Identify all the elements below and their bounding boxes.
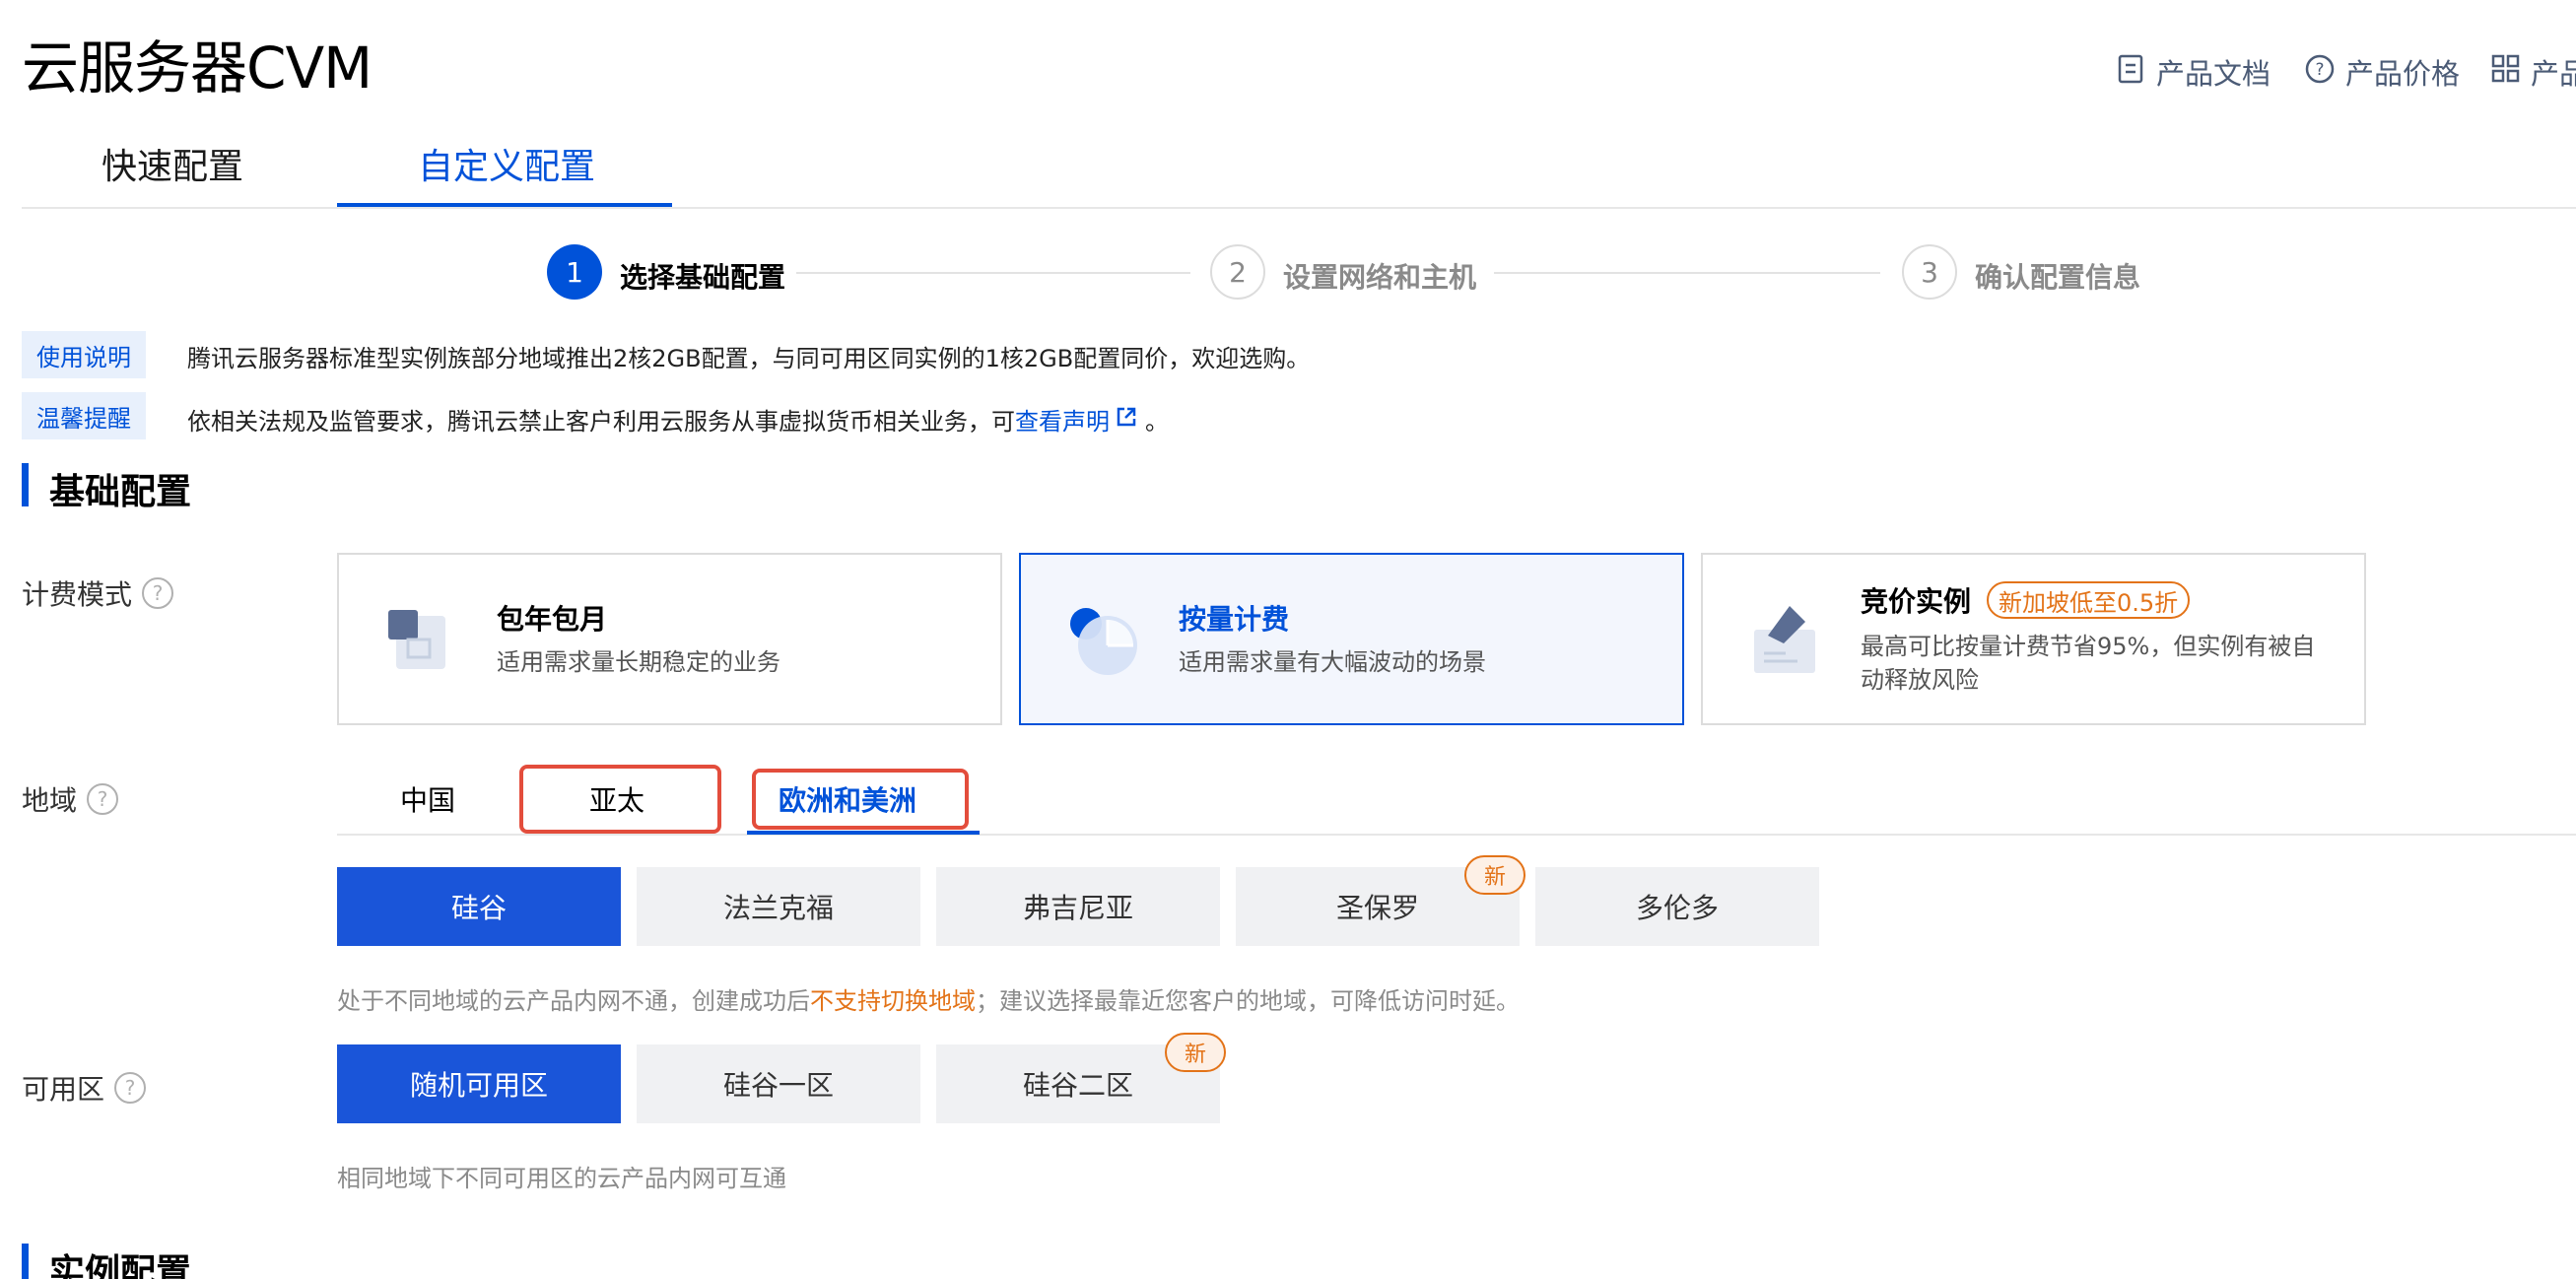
product-more-label: 产品	[2531, 57, 2576, 91]
product-price-label: 产品价格	[2345, 57, 2461, 91]
region-option-frankfurt[interactable]: 法兰克福	[637, 867, 920, 946]
zone-hint: 相同地域下不同可用区的云产品内网可互通	[337, 1165, 786, 1192]
billing-help-icon[interactable]: ?	[142, 577, 174, 609]
reminder-text: 依相关法规及监管要求，腾讯云禁止客户利用云服务从事虚拟货币相关业务，可 查看声明…	[187, 402, 1169, 437]
section-basic-title: 基础配置	[49, 472, 192, 512]
billing-card-spot-header: 竞价实例 新加坡低至0.5折	[1861, 580, 2191, 620]
region-help-icon[interactable]: ?	[87, 783, 119, 815]
highlight-box-europe-americas	[752, 769, 969, 830]
step-connector-2	[1494, 272, 1880, 274]
usage-note-text: 腾讯云服务器标准型实例族部分地域推出2核2GB配置，与同可用区同实例的1核2GB…	[187, 345, 1311, 372]
section-instance-bar	[22, 1244, 29, 1279]
billing-card-monthly[interactable]: 包年包月 适用需求量长期稳定的业务	[337, 553, 1002, 725]
billing-card-spot-desc-line1: 最高可比按量计费节省95%，但实例有被自	[1861, 633, 2316, 660]
step-connector-1	[796, 272, 1190, 274]
sv-zone-2-new-badge: 新	[1165, 1033, 1226, 1072]
highlight-box-asia-pacific	[519, 765, 721, 834]
view-statement-link[interactable]: 查看声明	[1015, 402, 1110, 437]
svg-text:?: ?	[2315, 60, 2324, 80]
doc-icon	[2117, 53, 2146, 92]
region-label-text: 地域	[22, 784, 78, 817]
zone-help-icon[interactable]: ?	[114, 1072, 147, 1104]
zone-label: 可用区 ?	[22, 1068, 147, 1108]
region-hint: 处于不同地域的云产品内网不通，创建成功后不支持切换地域；建议选择最靠近您客户的地…	[337, 981, 1520, 1016]
region-label: 地域 ?	[22, 779, 119, 819]
zone-option-sv-zone-1[interactable]: 硅谷一区	[637, 1044, 920, 1123]
billing-mode-text: 计费模式	[22, 578, 133, 611]
step-1-label: 选择基础配置	[620, 261, 786, 294]
region-option-toronto[interactable]: 多伦多	[1535, 867, 1819, 946]
product-docs-link[interactable]: 产品文档	[2117, 51, 2271, 93]
region-hint-warning: 不支持切换地域	[810, 987, 976, 1015]
grid-icon	[2491, 54, 2521, 91]
tab-quick-config[interactable]: 快速配置	[102, 138, 243, 189]
billing-card-payg-title: 按量计费	[1179, 603, 1290, 636]
step-3-number: 3	[1902, 244, 1957, 300]
region-option-silicon-valley[interactable]: 硅谷	[337, 867, 621, 946]
tab-custom-config[interactable]: 自定义配置	[418, 138, 595, 189]
billing-card-monthly-title: 包年包月	[497, 603, 608, 636]
region-tabs-divider	[337, 834, 2576, 836]
billing-card-spot[interactable]: 竞价实例 新加坡低至0.5折 最高可比按量计费节省95%，但实例有被自 动释放风…	[1701, 553, 2366, 725]
region-tab-active-indicator	[747, 831, 980, 835]
tab-active-indicator	[337, 203, 672, 207]
usage-note-tag: 使用说明	[22, 331, 146, 378]
billing-card-monthly-desc: 适用需求量长期稳定的业务	[497, 648, 780, 676]
section-basic-bar	[22, 463, 29, 506]
zone-option-random[interactable]: 随机可用区	[337, 1044, 621, 1123]
region-tab-china[interactable]: 中国	[400, 779, 455, 819]
billing-card-payg-desc: 适用需求量有大幅波动的场景	[1179, 648, 1486, 676]
product-price-link[interactable]: ? 产品价格	[2304, 51, 2460, 93]
region-hint-prefix: 处于不同地域的云产品内网不通，创建成功后	[337, 987, 810, 1015]
region-option-virginia[interactable]: 弗吉尼亚	[936, 867, 1220, 946]
spot-promo-badge: 新加坡低至0.5折	[1987, 581, 2191, 619]
pie-clock-icon	[1064, 600, 1141, 683]
step-2-number: 2	[1210, 244, 1265, 300]
sao-paulo-new-badge: 新	[1464, 855, 1525, 895]
billing-card-spot-desc-line2: 动释放风险	[1861, 666, 1979, 694]
section-instance-title: 实例配置	[49, 1252, 192, 1279]
external-link-icon[interactable]	[1116, 406, 1137, 434]
billing-card-pay-as-you-go[interactable]: 按量计费 适用需求量有大幅波动的场景	[1019, 553, 1684, 725]
step-3-label: 确认配置信息	[1975, 261, 2141, 294]
help-circle-icon: ?	[2304, 53, 2336, 92]
billing-mode-label: 计费模式 ?	[22, 573, 174, 613]
product-docs-label: 产品文档	[2156, 57, 2271, 91]
calendar-icon	[382, 604, 453, 679]
billing-card-spot-title: 竞价实例	[1861, 585, 1972, 618]
region-hint-suffix: ；建议选择最靠近您客户的地域，可降低访问时延。	[976, 987, 1520, 1015]
auction-hammer-icon	[1746, 600, 1821, 683]
step-1-number: 1	[547, 244, 602, 300]
reminder-suffix: 。	[1145, 408, 1169, 436]
page-title: 云服务器CVM	[22, 34, 373, 101]
product-more-link[interactable]: 产品	[2491, 51, 2576, 93]
zone-label-text: 可用区	[22, 1073, 105, 1106]
step-2-label: 设置网络和主机	[1283, 261, 1477, 294]
tab-divider	[22, 207, 2576, 209]
reminder-body: 依相关法规及监管要求，腾讯云禁止客户利用云服务从事虚拟货币相关业务，可	[187, 408, 1015, 436]
reminder-tag: 温馨提醒	[22, 392, 146, 439]
